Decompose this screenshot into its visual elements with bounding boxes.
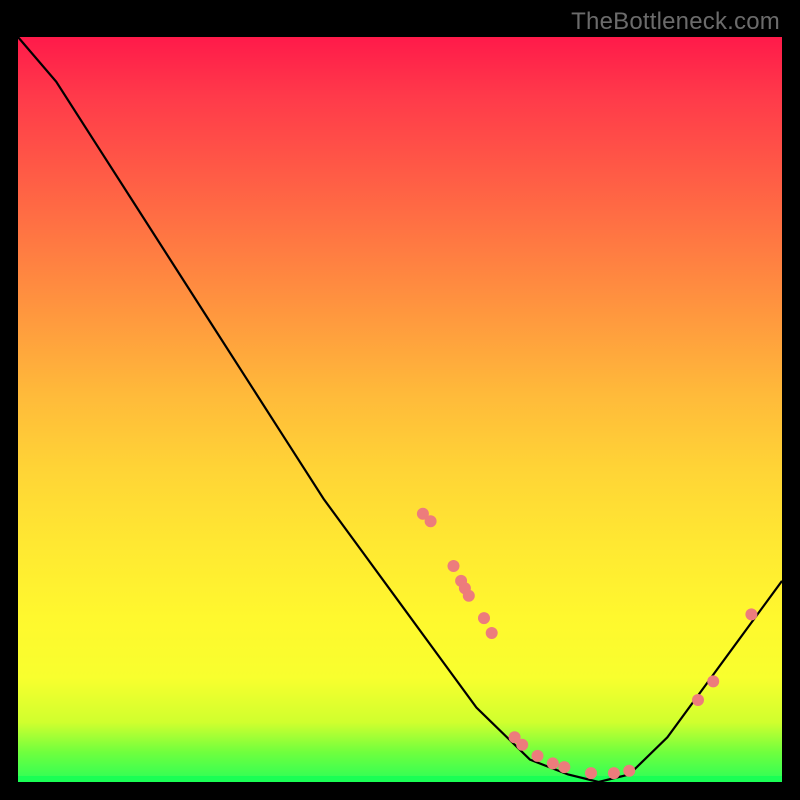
data-marker (558, 761, 570, 773)
data-marker (425, 515, 437, 527)
data-marker (478, 612, 490, 624)
data-marker (745, 608, 757, 620)
data-marker (707, 675, 719, 687)
data-marker (608, 767, 620, 779)
bottleneck-curve (18, 37, 782, 782)
data-marker (692, 694, 704, 706)
data-marker (585, 767, 597, 779)
data-marker (547, 757, 559, 769)
data-marker (623, 765, 635, 777)
chart-svg (18, 37, 782, 782)
data-marker (486, 627, 498, 639)
marker-group (417, 508, 758, 779)
data-marker (463, 590, 475, 602)
data-marker (532, 750, 544, 762)
watermark-text: TheBottleneck.com (571, 8, 780, 36)
chart-area (18, 37, 782, 782)
data-marker (448, 560, 460, 572)
data-marker (516, 739, 528, 751)
